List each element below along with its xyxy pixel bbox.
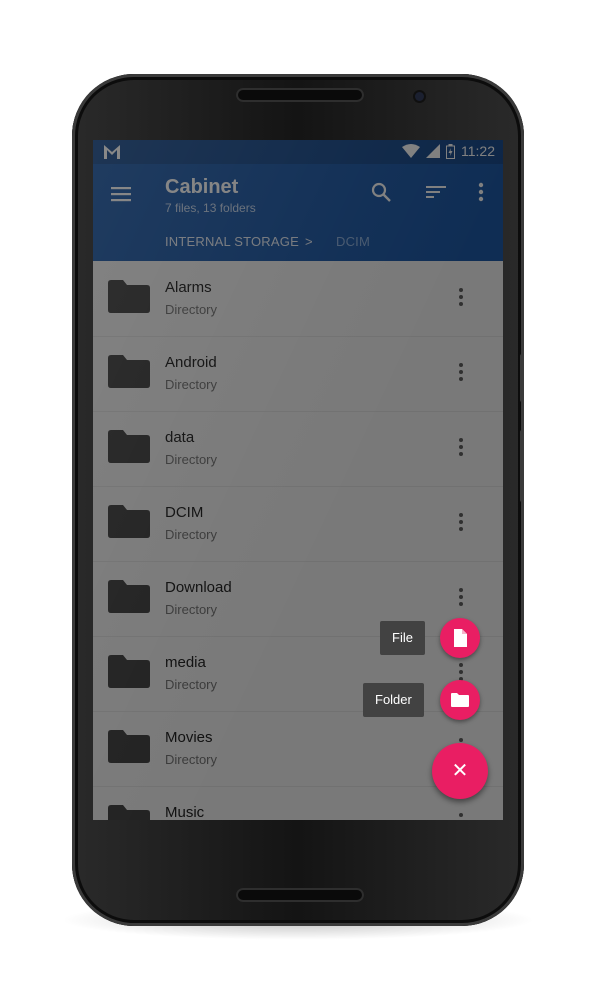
power-button xyxy=(520,430,524,502)
close-icon: ✕ xyxy=(451,760,469,782)
new-file-button[interactable] xyxy=(440,618,480,658)
top-speaker xyxy=(236,88,364,102)
folder-icon xyxy=(451,693,469,707)
fab-menu-scrim[interactable] xyxy=(93,140,503,820)
screen: 11:22 Cabinet 7 files, 13 folders xyxy=(93,140,503,820)
close-fab-button[interactable]: ✕ xyxy=(432,743,488,799)
file-icon xyxy=(454,629,467,647)
volume-button xyxy=(520,354,524,402)
phone-frame: 11:22 Cabinet 7 files, 13 folders xyxy=(72,74,524,926)
bottom-speaker xyxy=(236,888,364,902)
front-camera xyxy=(415,92,424,101)
new-file-label[interactable]: File xyxy=(380,621,425,655)
new-folder-button[interactable] xyxy=(440,680,480,720)
new-folder-label[interactable]: Folder xyxy=(363,683,424,717)
